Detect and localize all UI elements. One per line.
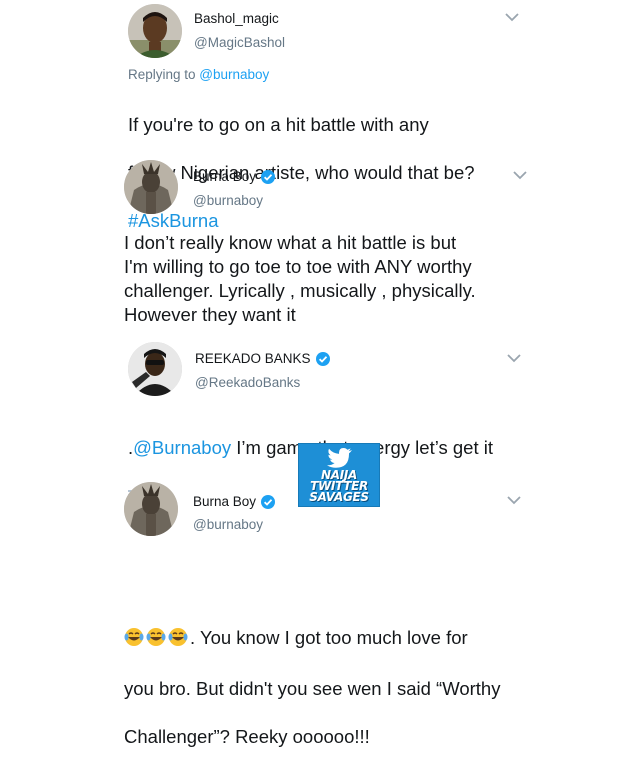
- chevron-down-icon[interactable]: [507, 495, 521, 505]
- verified-badge-icon: [315, 351, 330, 366]
- avatar[interactable]: [124, 160, 178, 214]
- tweet-text-line: you bro. But didn't you see wen I said “…: [124, 678, 501, 699]
- tweet-burna-1[interactable]: Burna Boy @burnaboy I don’t really know …: [0, 160, 640, 330]
- replying-label: Replying to: [128, 67, 200, 82]
- tweet-text-line: Challenger”? Reeky oooooo!!!: [124, 726, 370, 747]
- user-handle[interactable]: @MagicBashol: [194, 35, 285, 50]
- verified-badge-icon: [261, 169, 276, 184]
- tweet-text: . You know I got too much love for you b…: [124, 555, 634, 773]
- chevron-down-icon[interactable]: [505, 12, 519, 22]
- user-handle[interactable]: @burnaboy: [193, 193, 263, 208]
- tweet-text-line: If you're to go on a hit battle with any: [128, 114, 429, 135]
- user-name[interactable]: Bashol_magic: [194, 11, 279, 26]
- tweet-text-content: . You know I got too much love for: [190, 627, 468, 648]
- tweet-text-line: . You know I got too much love for: [124, 579, 634, 653]
- replying-link[interactable]: @burnaboy: [199, 67, 269, 82]
- chevron-down-icon[interactable]: [513, 170, 527, 180]
- tweet-bashol[interactable]: Bashol_magic @MagicBashol Replying to @b…: [0, 0, 640, 231]
- user-name-text: Burna Boy: [193, 169, 257, 184]
- user-name-text: REEKADO BANKS: [195, 351, 311, 366]
- avatar[interactable]: [124, 482, 178, 536]
- verified-badge-icon: [261, 494, 276, 509]
- chevron-down-icon[interactable]: [507, 353, 521, 363]
- replying-to: Replying to @burnaboy: [128, 67, 269, 82]
- user-name[interactable]: REEKADO BANKS: [195, 351, 330, 366]
- user-name-text: Burna Boy: [193, 494, 257, 509]
- user-handle[interactable]: @ReekadoBanks: [195, 375, 300, 390]
- user-handle[interactable]: @burnaboy: [193, 517, 263, 532]
- tweet-text: I don’t really know what a hit battle is…: [124, 232, 476, 325]
- user-name-text: Bashol_magic: [194, 11, 279, 26]
- user-name[interactable]: Burna Boy: [193, 494, 276, 509]
- tweet-burna-2[interactable]: Burna Boy @burnaboy . You know I got too…: [0, 480, 640, 747]
- user-name[interactable]: Burna Boy: [193, 169, 276, 184]
- avatar[interactable]: [128, 342, 182, 396]
- twitter-bird-icon: [325, 447, 353, 469]
- tears-of-joy-emoji: [124, 603, 190, 653]
- mention-link[interactable]: @Burnaboy: [133, 437, 231, 458]
- avatar[interactable]: [128, 4, 182, 58]
